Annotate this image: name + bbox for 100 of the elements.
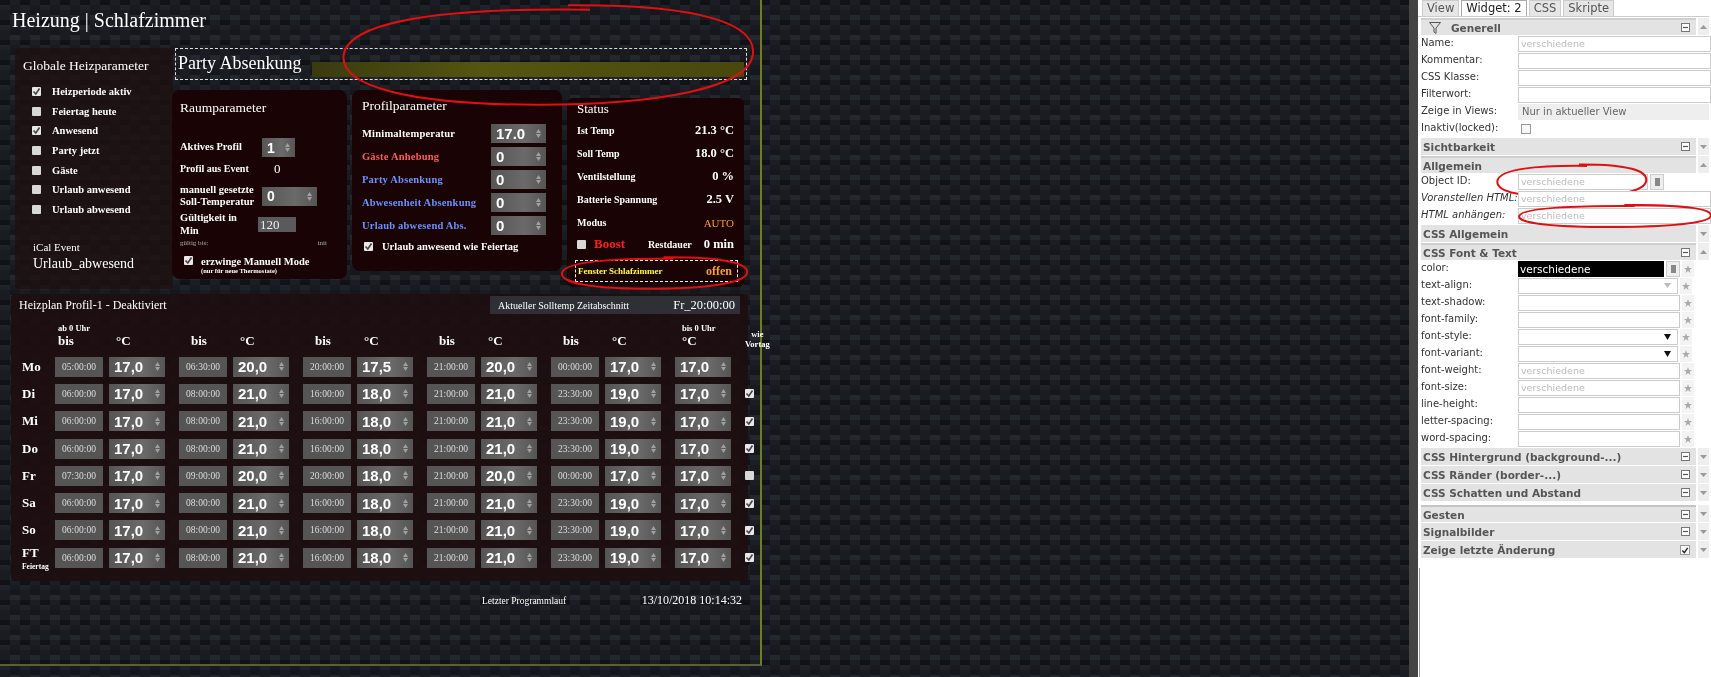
time-field[interactable]: 06:00:00 bbox=[55, 547, 103, 568]
time-field[interactable]: 08:00:00 bbox=[179, 547, 227, 568]
checkbox[interactable] bbox=[32, 165, 41, 175]
checkbox[interactable] bbox=[745, 525, 754, 535]
checkbox[interactable] bbox=[745, 471, 754, 481]
number-spinner[interactable]: 20,0 bbox=[481, 356, 537, 377]
number-spinner[interactable]: 21,0 bbox=[481, 383, 537, 404]
number-spinner[interactable]: 18,0 bbox=[357, 520, 413, 541]
favorite-button[interactable] bbox=[1682, 379, 1694, 396]
time-field[interactable]: 21:00:00 bbox=[427, 465, 475, 486]
number-spinner[interactable]: 21,0 bbox=[481, 411, 537, 432]
picker-button[interactable] bbox=[1666, 260, 1680, 277]
tab[interactable]: Widget: 2 bbox=[1461, 0, 1527, 16]
checkbox[interactable] bbox=[32, 146, 41, 156]
time-field[interactable]: 16:00:00 bbox=[303, 547, 351, 568]
time-field[interactable]: 08:00:00 bbox=[179, 520, 227, 541]
time-field[interactable]: 07:30:00 bbox=[55, 465, 103, 486]
tab[interactable]: CSS bbox=[1528, 0, 1562, 16]
number-field[interactable]: 120 bbox=[258, 217, 296, 232]
color-field[interactable]: verschiedene bbox=[1518, 260, 1664, 277]
checkbox[interactable] bbox=[32, 106, 41, 116]
tab[interactable]: View bbox=[1422, 0, 1460, 16]
number-spinner[interactable]: 17,0 bbox=[109, 356, 165, 377]
number-spinner[interactable]: 17.0 bbox=[491, 124, 546, 143]
section-header[interactable]: Signalbilder bbox=[1421, 523, 1696, 540]
checkbox[interactable] bbox=[32, 126, 41, 136]
number-spinner[interactable]: 17,0 bbox=[109, 520, 165, 541]
time-field[interactable]: 16:00:00 bbox=[303, 520, 351, 541]
number-spinner[interactable]: 18,0 bbox=[357, 383, 413, 404]
checkbox[interactable] bbox=[32, 87, 41, 97]
number-spinner[interactable]: 17,0 bbox=[675, 493, 731, 514]
number-spinner[interactable]: 17,0 bbox=[675, 383, 731, 404]
number-spinner[interactable]: 17,0 bbox=[675, 465, 731, 486]
section-header[interactable]: Sichtbarkeit bbox=[1421, 138, 1696, 155]
section-header[interactable]: Zeige letzte Änderung bbox=[1421, 541, 1696, 558]
number-spinner[interactable]: 19,0 bbox=[605, 547, 661, 568]
time-field[interactable]: 06:00:00 bbox=[55, 411, 103, 432]
number-spinner[interactable]: 19,0 bbox=[605, 411, 661, 432]
number-spinner[interactable]: 17,0 bbox=[605, 465, 661, 486]
number-spinner[interactable]: 21,0 bbox=[233, 383, 289, 404]
checkbox[interactable] bbox=[577, 239, 586, 249]
checkbox[interactable] bbox=[32, 204, 41, 214]
time-field[interactable]: 23:30:00 bbox=[551, 383, 599, 404]
input-field[interactable]: verschiedene bbox=[1518, 190, 1711, 207]
time-field[interactable]: 06:30:00 bbox=[179, 356, 227, 377]
time-field[interactable]: 08:00:00 bbox=[179, 383, 227, 404]
number-spinner[interactable]: 0 bbox=[262, 186, 317, 206]
number-spinner[interactable]: 17,0 bbox=[675, 438, 731, 459]
number-spinner[interactable]: 17,0 bbox=[109, 465, 165, 486]
number-spinner[interactable]: 17,0 bbox=[675, 411, 731, 432]
input-field[interactable] bbox=[1518, 69, 1711, 86]
favorite-button[interactable] bbox=[1682, 362, 1694, 379]
number-spinner[interactable]: 20,0 bbox=[481, 465, 537, 486]
number-spinner[interactable]: 17,0 bbox=[675, 547, 731, 568]
number-spinner[interactable]: 21,0 bbox=[233, 547, 289, 568]
number-spinner[interactable]: 17,0 bbox=[109, 383, 165, 404]
number-spinner[interactable]: 17,0 bbox=[675, 520, 731, 541]
time-field[interactable]: 21:00:00 bbox=[427, 411, 475, 432]
input-field[interactable] bbox=[1518, 396, 1680, 413]
checkbox[interactable] bbox=[745, 444, 754, 454]
number-spinner[interactable]: 21,0 bbox=[481, 520, 537, 541]
time-field[interactable]: 08:00:00 bbox=[179, 411, 227, 432]
time-field[interactable]: 09:00:00 bbox=[179, 465, 227, 486]
input-field[interactable]: verschiedene bbox=[1518, 35, 1711, 52]
time-field[interactable]: 05:00:00 bbox=[55, 356, 103, 377]
number-spinner[interactable]: 0 bbox=[491, 193, 546, 212]
favorite-button[interactable] bbox=[1682, 311, 1694, 328]
input-field[interactable] bbox=[1518, 311, 1680, 328]
number-spinner[interactable]: 18,0 bbox=[357, 411, 413, 432]
checkbox[interactable] bbox=[32, 185, 41, 195]
picker-button[interactable] bbox=[1650, 173, 1664, 190]
dropdown[interactable] bbox=[1518, 345, 1678, 362]
input-field[interactable] bbox=[1518, 52, 1711, 69]
number-spinner[interactable]: 19,0 bbox=[605, 520, 661, 541]
section-header[interactable]: CSS Schatten und Abstand bbox=[1421, 484, 1696, 501]
number-spinner[interactable]: 19,0 bbox=[605, 438, 661, 459]
favorite-button[interactable] bbox=[1682, 413, 1694, 430]
time-field[interactable]: 08:00:00 bbox=[179, 438, 227, 459]
number-spinner[interactable]: 18,0 bbox=[357, 547, 413, 568]
favorite-button[interactable] bbox=[1680, 345, 1692, 362]
time-field[interactable]: 08:00:00 bbox=[179, 493, 227, 514]
number-spinner[interactable]: 21,0 bbox=[481, 438, 537, 459]
time-field[interactable]: 23:30:00 bbox=[551, 493, 599, 514]
time-field[interactable]: 21:00:00 bbox=[427, 438, 475, 459]
input-field[interactable] bbox=[1518, 294, 1680, 311]
time-field[interactable]: 06:00:00 bbox=[55, 493, 103, 514]
number-spinner[interactable]: 21,0 bbox=[233, 438, 289, 459]
input-field[interactable]: verschiedene bbox=[1518, 173, 1648, 190]
time-field[interactable]: 23:30:00 bbox=[551, 520, 599, 541]
time-field[interactable]: 16:00:00 bbox=[303, 411, 351, 432]
input-field[interactable] bbox=[1518, 86, 1711, 103]
section-header[interactable]: CSS Font & Text bbox=[1421, 243, 1696, 260]
checkbox[interactable] bbox=[364, 242, 373, 251]
time-field[interactable]: 23:30:00 bbox=[551, 438, 599, 459]
favorite-button[interactable] bbox=[1682, 260, 1694, 277]
section-header[interactable]: Gesten bbox=[1421, 505, 1696, 522]
number-spinner[interactable]: 0 bbox=[491, 147, 546, 166]
time-field[interactable]: 16:00:00 bbox=[303, 493, 351, 514]
number-spinner[interactable]: 17,0 bbox=[675, 356, 731, 377]
number-spinner[interactable]: 0 bbox=[491, 170, 546, 189]
